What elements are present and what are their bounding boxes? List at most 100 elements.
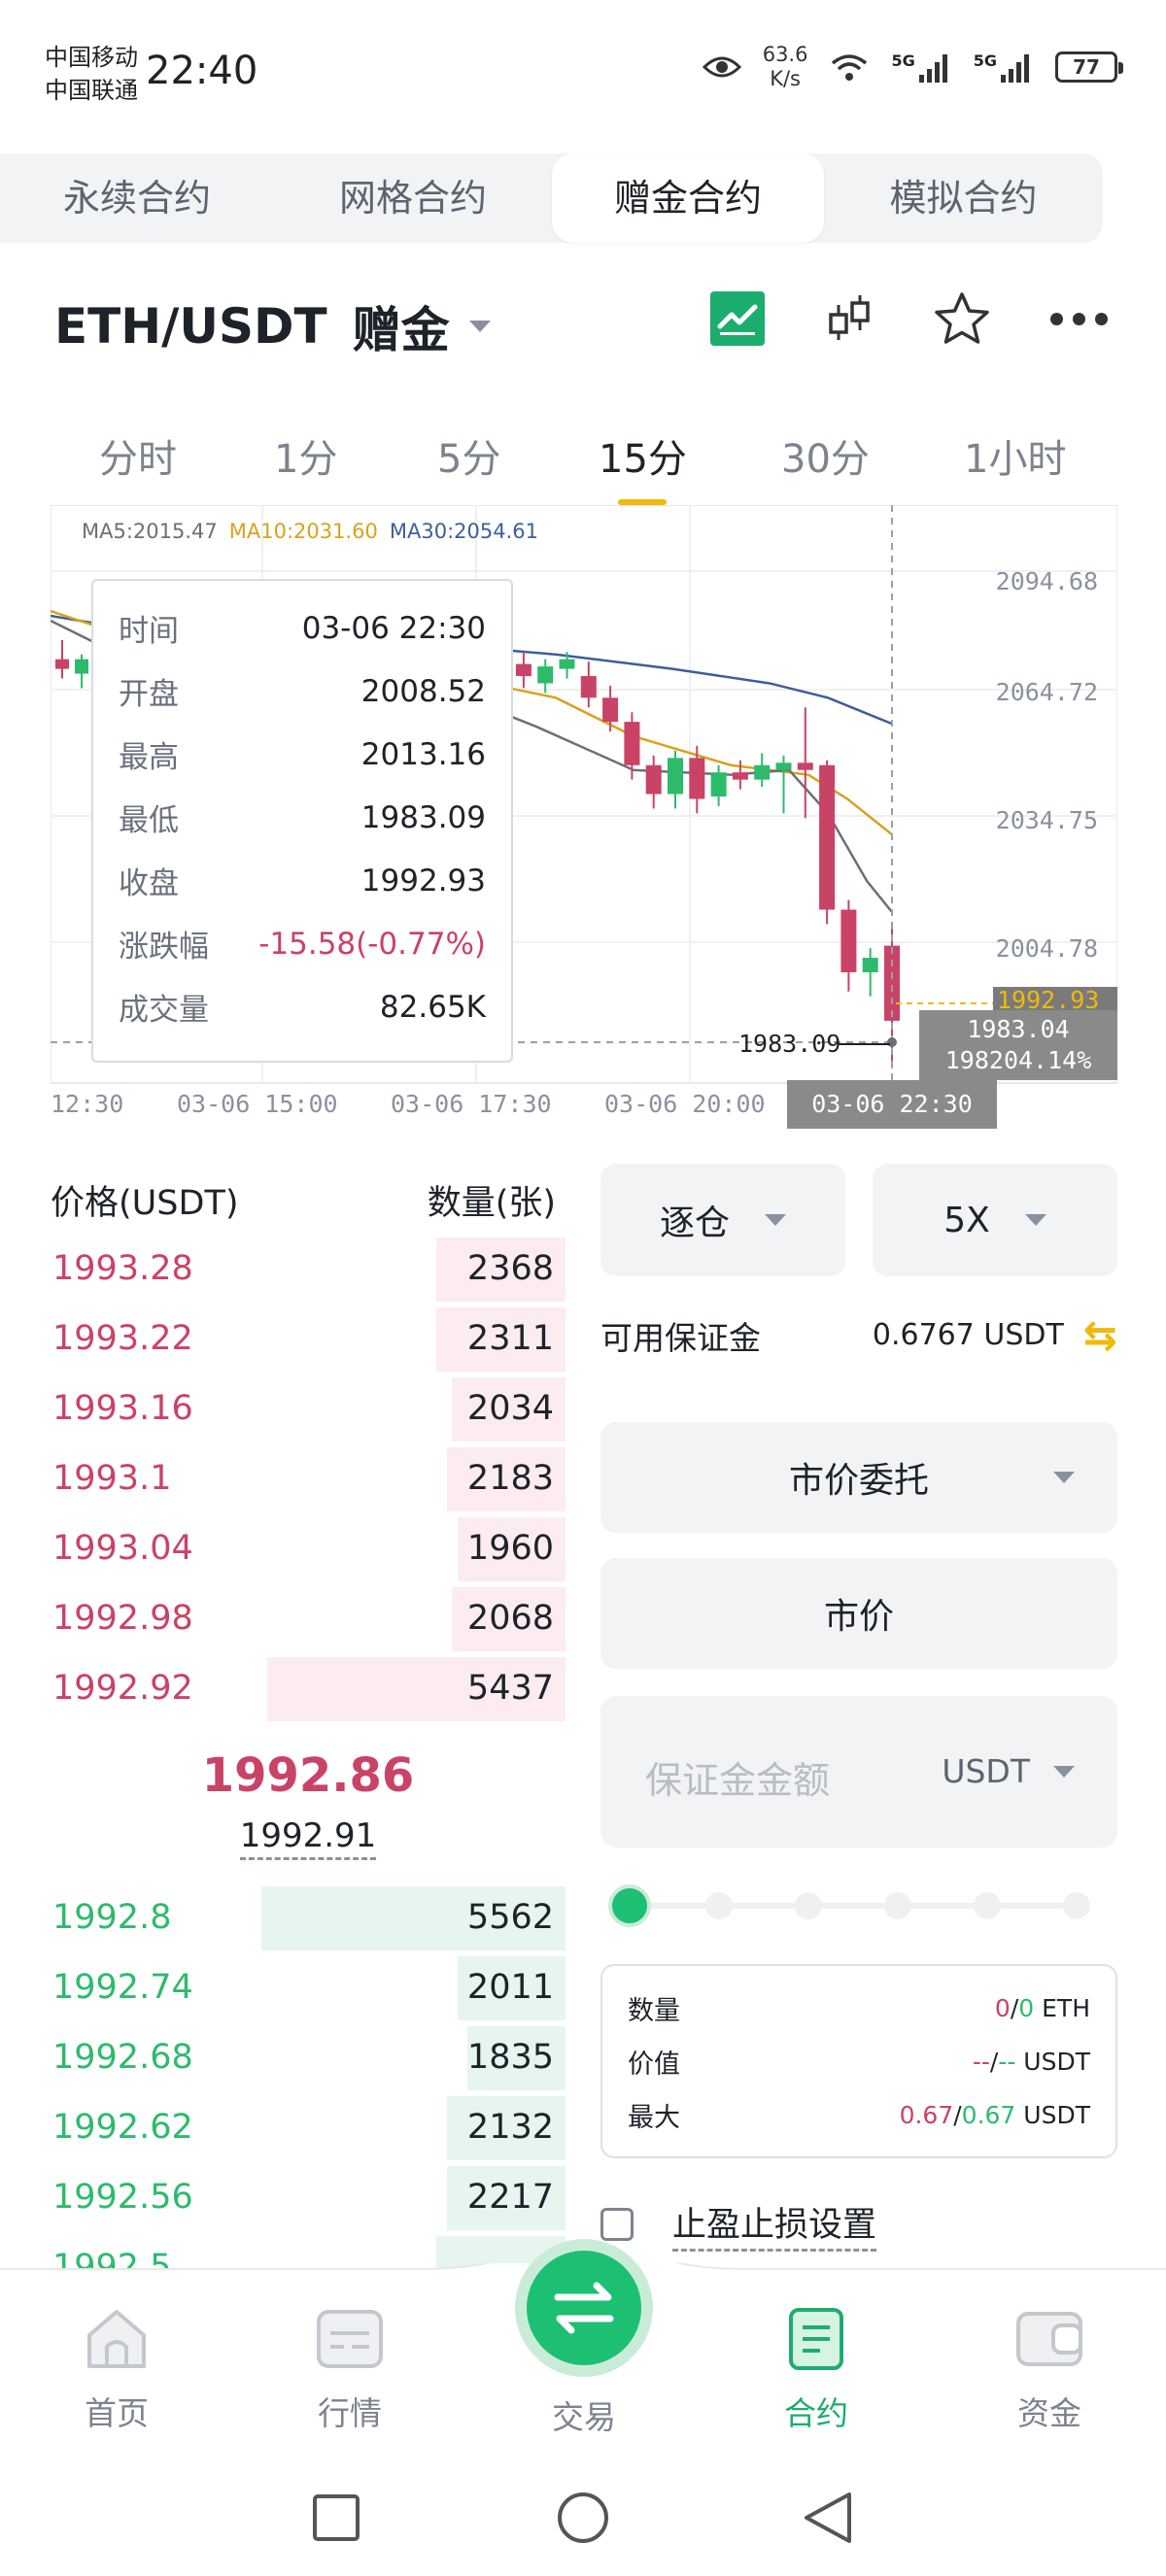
home-icon [87, 2310, 146, 2368]
summary-qty-a: 0 [994, 1994, 1011, 2022]
nav-market[interactable]: 行情 [292, 2306, 408, 2434]
tooltip-key: 涨跌幅 [119, 930, 209, 965]
tab-perpetual[interactable]: 永续合约 [0, 153, 274, 243]
price-field[interactable]: 市价 [600, 1558, 1117, 1669]
chevron-down-icon [1053, 1765, 1075, 1778]
star-icon[interactable] [934, 291, 990, 346]
ask-row[interactable]: 1992.92 5437 [51, 1653, 566, 1723]
bid-row[interactable]: 1992.68 1835 [51, 2022, 566, 2092]
summary-value-b: -- [998, 2048, 1016, 2076]
pair-name: ETH/USDT [54, 298, 327, 355]
crosshair-percent: 198204.14% [944, 1046, 1092, 1074]
summary-max: 最大 0.67/0.67 USDT [628, 2088, 1090, 2142]
chevron-down-icon [1024, 1214, 1046, 1226]
tab-5m[interactable]: 5分 [437, 427, 500, 484]
candlestick-icon[interactable] [825, 291, 874, 346]
ask-row[interactable]: 1993.22 2311 [51, 1304, 566, 1373]
candle-up [862, 958, 878, 972]
candle-down [515, 663, 532, 677]
transfer-icon[interactable]: ⇆ [1083, 1311, 1117, 1359]
eye-icon [702, 56, 741, 78]
y-tick: 2064.72 [995, 678, 1098, 706]
status-bar: 中国移动 中国联通 22:40 63.6 K/s 5G 5G 77 [0, 0, 1166, 146]
carrier-1: 中国移动 [45, 44, 138, 71]
system-nav-bar [313, 2492, 851, 2543]
slider-tick [795, 1892, 822, 1919]
bid-price: 1992.62 [52, 2108, 193, 2147]
candle-down [55, 659, 69, 669]
candle-down [819, 764, 836, 910]
tab-bonus[interactable]: 赠金合约 [552, 153, 824, 243]
summary-value-a: -- [972, 2048, 990, 2076]
ask-row[interactable]: 1993.16 2034 [51, 1373, 566, 1443]
x-tick: 03-06 20:00 [604, 1090, 766, 1118]
tab-timeshare[interactable]: 分时 [99, 427, 177, 484]
tooltip-key: 开盘 [119, 677, 179, 712]
tab-15m[interactable]: 15分 [599, 427, 687, 505]
header-actions [710, 291, 1108, 346]
bid-row[interactable]: 1992.56 2217 [51, 2162, 566, 2232]
tpsl-checkbox[interactable] [600, 2208, 634, 2241]
candle-down [580, 676, 597, 698]
tooltip-value: -15.58(-0.77%) [258, 926, 486, 962]
tooltip-row-change: 涨跌幅 -15.58(-0.77%) [119, 912, 486, 975]
ma5-label: MA5:2015.47 [82, 520, 218, 543]
price-field-value: 市价 [823, 1597, 894, 1637]
bid-price: 1992.68 [52, 2038, 193, 2077]
summary-value-unit: USDT [1023, 2048, 1090, 2076]
candle-down [884, 945, 900, 1021]
ask-row[interactable]: 1992.98 2068 [51, 1583, 566, 1653]
nav-home[interactable]: 首页 [58, 2306, 175, 2434]
candle-up [710, 772, 727, 797]
crosshair-price-tag: 1983.04 198204.14% [919, 1010, 1117, 1080]
orderbook-qty-header: 数量(张) [427, 1184, 556, 1223]
leverage-select[interactable]: 5X [873, 1164, 1117, 1276]
tab-30m[interactable]: 30分 [781, 427, 870, 484]
tab-1h[interactable]: 1小时 [964, 427, 1066, 484]
mark-price[interactable]: 1992.91 [51, 1816, 566, 1860]
ask-row[interactable]: 1993.28 2368 [51, 1234, 566, 1304]
more-icon[interactable] [1050, 312, 1108, 325]
x-tick: 03-06 15:00 [177, 1090, 338, 1118]
ask-row[interactable]: 1993.04 1960 [51, 1513, 566, 1583]
mark-price-value: 1992.91 [239, 1816, 377, 1860]
tooltip-key: 收盘 [119, 866, 179, 901]
nav-assets[interactable]: 资金 [991, 2306, 1108, 2434]
bid-row[interactable]: 1992.74 2011 [51, 1952, 566, 2022]
chart-toggle-icon[interactable] [710, 291, 765, 346]
candle-up [668, 758, 683, 795]
crosshair-time-tag: 03-06 22:30 [787, 1080, 997, 1129]
tpsl-setting[interactable]: 止盈止损设置 [600, 2197, 877, 2252]
carrier-2: 中国联通 [45, 77, 138, 104]
market-icon [317, 2310, 383, 2368]
bid-row[interactable]: 1992.8 5562 [51, 1882, 566, 1952]
pair-selector[interactable]: ETH/USDT 赠金 [54, 291, 491, 361]
chevron-down-icon [765, 1214, 786, 1226]
nav-contract[interactable]: 合约 [758, 2306, 874, 2434]
ask-row[interactable]: 1993.1 2183 [51, 1443, 566, 1513]
nav-trade-button[interactable] [515, 2239, 653, 2377]
amount-unit-select[interactable]: USDT [942, 1752, 1075, 1790]
tab-grid[interactable]: 网格合约 [274, 153, 552, 243]
wifi-icon [832, 54, 868, 81]
nav-home-label: 首页 [85, 2394, 149, 2432]
nav-assets-label: 资金 [1017, 2394, 1081, 2432]
bid-price: 1992.56 [52, 2178, 193, 2217]
ask-price: 1993.22 [52, 1319, 193, 1358]
margin-mode-select[interactable]: 逐仓 [600, 1164, 845, 1276]
available-margin: 可用保证金 0.6767 USDT ⇆ [600, 1311, 1117, 1359]
amount-slider[interactable] [608, 1884, 1094, 1927]
tab-1m[interactable]: 1分 [274, 427, 337, 484]
margin-amount-input[interactable]: 保证金金额 USDT [600, 1696, 1117, 1847]
ask-qty: 2183 [466, 1459, 554, 1498]
summary-value-label: 价值 [628, 2050, 680, 2080]
order-type-select[interactable]: 市价委托 [600, 1422, 1117, 1533]
nav-trade-label[interactable]: 交易 [525, 2391, 643, 2438]
tab-simulated[interactable]: 模拟合约 [824, 153, 1103, 243]
ma-legend: MA5:2015.47 MA10:2031.60 MA30:2054.61 [82, 520, 538, 543]
chevron-down-icon [468, 321, 491, 332]
bid-row[interactable]: 1992.62 2132 [51, 2092, 566, 2162]
slider-tick [1063, 1892, 1090, 1919]
net-speed-unit: K/s [770, 67, 801, 90]
candle-up [537, 666, 554, 684]
